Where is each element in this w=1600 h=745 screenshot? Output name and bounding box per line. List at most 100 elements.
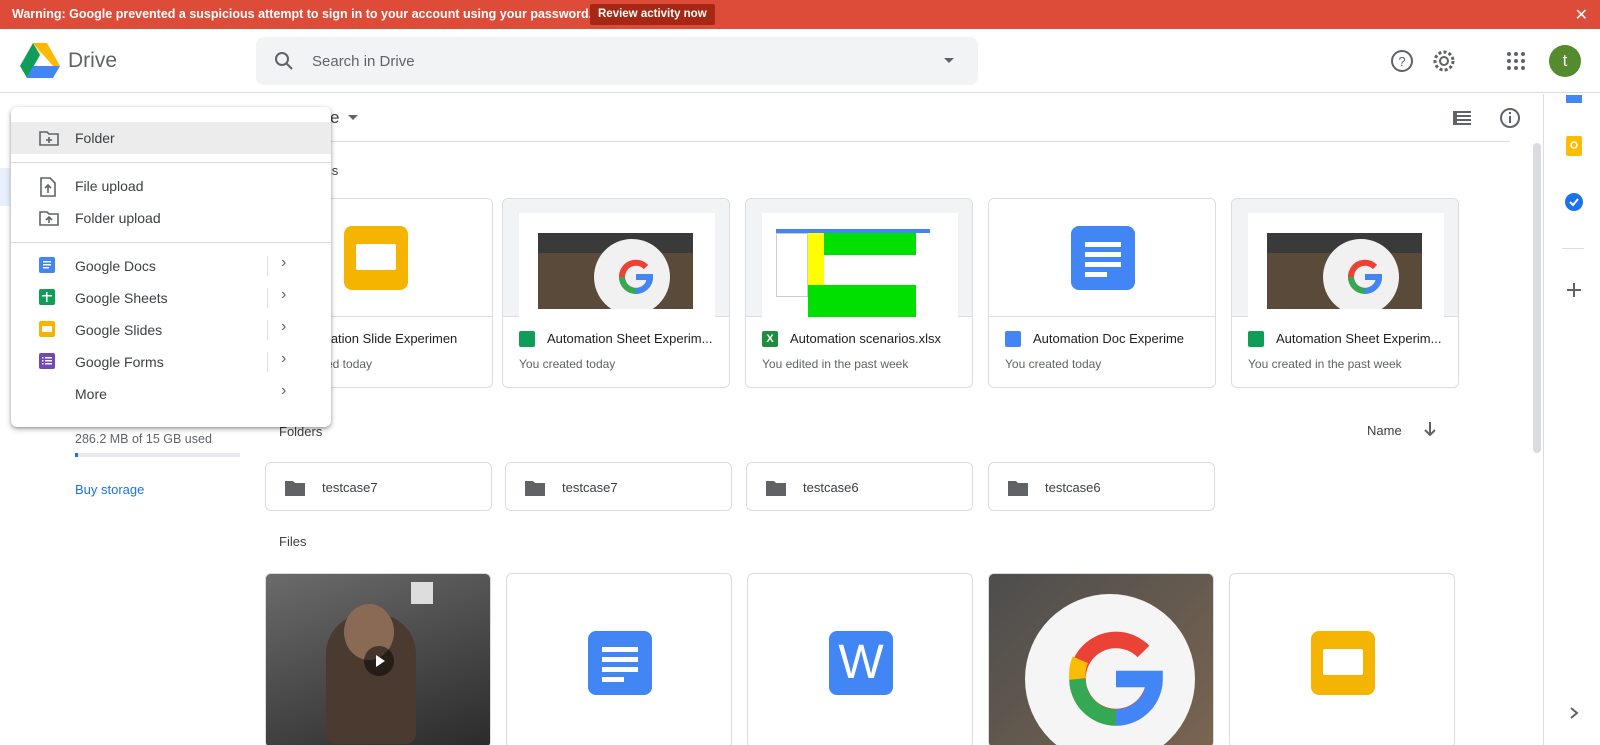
spreadsheet-thumbnail (762, 213, 958, 317)
search-icon[interactable] (272, 49, 296, 78)
sort-direction-icon[interactable] (1422, 420, 1438, 443)
folder-icon (1007, 479, 1029, 502)
menu-item-divider (267, 288, 268, 308)
menu-item-file-upload[interactable]: File upload (11, 170, 331, 202)
close-banner-icon[interactable]: ✕ (1575, 5, 1588, 25)
sort-by-name-button[interactable]: Name (1367, 423, 1402, 438)
location-toolbar: e (258, 94, 1520, 142)
quick-access-card[interactable]: Automation Doc Experime You created toda… (988, 198, 1216, 388)
quick-access-card[interactable]: X Automation scenarios.xlsx You edited i… (745, 198, 973, 388)
tasks-icon[interactable] (1564, 192, 1584, 217)
chevron-right-icon[interactable]: › (281, 254, 286, 272)
folder-item[interactable]: testcase6 (988, 462, 1215, 511)
rail-divider (1562, 248, 1584, 249)
slides-large-icon (344, 226, 408, 290)
folder-item[interactable]: testcase6 (746, 462, 973, 511)
menu-item-label: Google Sheets (75, 290, 168, 306)
file-card-word[interactable]: W (747, 573, 973, 745)
help-icon[interactable]: ? (1386, 45, 1418, 77)
google-photo-thumbnail (538, 233, 693, 309)
settings-gear-icon[interactable] (1428, 45, 1460, 77)
file-activity: ed today (326, 357, 373, 371)
quick-access-card[interactable]: Automation Sheet Experim... You created … (502, 198, 730, 388)
menu-item-folder-upload[interactable]: Folder upload (11, 202, 331, 234)
search-box[interactable]: Search in Drive (256, 37, 978, 85)
folder-icon (284, 479, 306, 502)
new-folder-icon (39, 129, 59, 147)
warning-banner: Warning: Google prevented a suspicious a… (0, 0, 1600, 29)
file-name: Automation Sheet Experim... (547, 331, 713, 346)
review-activity-button[interactable]: Review activity now (590, 4, 715, 25)
file-name: Automation scenarios.xlsx (790, 331, 942, 346)
keep-icon[interactable] (1566, 136, 1582, 161)
sheets-icon (1248, 331, 1264, 347)
folder-item[interactable]: testcase7 (265, 462, 492, 511)
docs-large-icon (588, 631, 652, 695)
slides-large-icon (1311, 631, 1375, 695)
svg-text:?: ? (1398, 54, 1405, 69)
side-panel (1543, 94, 1600, 745)
file-card-video[interactable] (265, 573, 491, 745)
chevron-right-icon[interactable]: › (281, 382, 286, 400)
menu-item-label: Google Forms (75, 354, 164, 370)
docs-large-icon (1071, 226, 1135, 290)
chevron-right-icon[interactable]: › (281, 286, 286, 304)
menu-item-folder[interactable]: Folder (11, 122, 331, 154)
menu-item-google-docs[interactable]: Google Docs › (11, 250, 331, 282)
details-info-icon[interactable] (1498, 106, 1522, 135)
storage-bar-fill (75, 453, 79, 457)
drive-logo-icon[interactable] (20, 43, 60, 84)
chevron-right-icon[interactable]: › (281, 350, 286, 368)
menu-item-label: Google Slides (75, 322, 163, 338)
folder-item[interactable]: testcase7 (505, 462, 732, 511)
menu-divider (11, 162, 331, 163)
location-title[interactable]: e (330, 108, 339, 128)
search-options-icon[interactable] (944, 58, 954, 63)
brand-name: Drive (68, 49, 118, 72)
location-dropdown-icon[interactable] (348, 115, 358, 120)
list-view-icon[interactable] (1450, 106, 1474, 135)
menu-item-google-forms[interactable]: Google Forms › (11, 346, 331, 378)
avatar[interactable]: t (1549, 45, 1581, 77)
expand-panel-icon[interactable] (1568, 706, 1580, 725)
main-scrollbar[interactable] (1533, 143, 1541, 453)
quick-access-card[interactable]: Automation Sheet Experim... You created … (1231, 198, 1459, 388)
menu-item-more[interactable]: More › (11, 378, 331, 410)
calendar-icon[interactable] (1566, 90, 1582, 108)
menu-item-label: Folder (75, 130, 115, 146)
folder-name: testcase6 (803, 480, 859, 495)
file-card-image[interactable] (988, 573, 1214, 745)
file-name: Automation Sheet Experim... (1276, 331, 1442, 346)
file-activity: You created in the past week (1248, 357, 1402, 371)
menu-item-divider (267, 256, 268, 276)
folder-upload-icon (39, 209, 59, 227)
storage-usage-text: 286.2 MB of 15 GB used (75, 432, 212, 446)
sheets-icon (39, 289, 57, 307)
menu-item-label: File upload (75, 178, 144, 194)
forms-icon (39, 353, 57, 371)
play-icon[interactable] (364, 646, 394, 676)
menu-item-divider (267, 352, 268, 372)
menu-item-google-sheets[interactable]: Google Sheets › (11, 282, 331, 314)
file-upload-icon (39, 177, 57, 197)
menu-item-label: Google Docs (75, 258, 156, 274)
search-input[interactable]: Search in Drive (312, 53, 415, 70)
file-name: mation Slide Experimen (320, 331, 458, 346)
file-activity: You edited in the past week (762, 357, 909, 371)
warning-text: Warning: Google prevented a suspicious a… (12, 7, 593, 21)
slides-icon (39, 321, 57, 339)
menu-item-divider (267, 320, 268, 340)
app-header: Drive Search in Drive ? t (0, 29, 1600, 93)
storage-bar (75, 453, 240, 457)
menu-divider (11, 242, 331, 243)
menu-item-google-slides[interactable]: Google Slides › (11, 314, 331, 346)
files-label: Files (279, 534, 307, 549)
add-addon-icon[interactable] (1566, 282, 1582, 303)
file-name: Automation Doc Experime (1033, 331, 1185, 346)
buy-storage-link[interactable]: Buy storage (75, 482, 144, 497)
sidebar-active-item[interactable] (0, 168, 10, 206)
chevron-right-icon[interactable]: › (281, 318, 286, 336)
file-card-doc[interactable] (506, 573, 732, 745)
apps-grid-icon[interactable] (1500, 45, 1532, 77)
file-card-slides[interactable] (1229, 573, 1455, 745)
